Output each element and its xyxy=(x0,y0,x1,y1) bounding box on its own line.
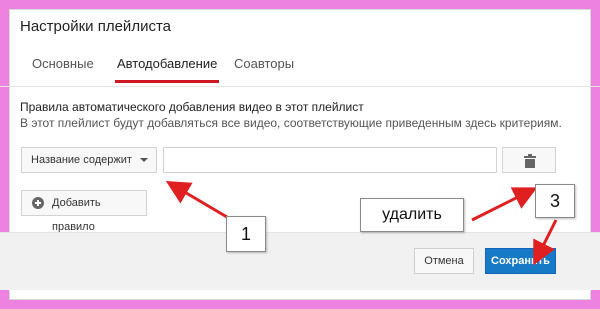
annotation-arrow-1 xyxy=(165,180,233,222)
annotation-label-1: 1 xyxy=(226,216,266,252)
annotation-arrows xyxy=(165,180,558,266)
annotation-label-delete: удалить xyxy=(360,198,464,232)
annotation-arrow-delete xyxy=(471,187,538,222)
annotation-label-3: 3 xyxy=(535,184,575,218)
annotation-arrow-3 xyxy=(533,219,558,266)
